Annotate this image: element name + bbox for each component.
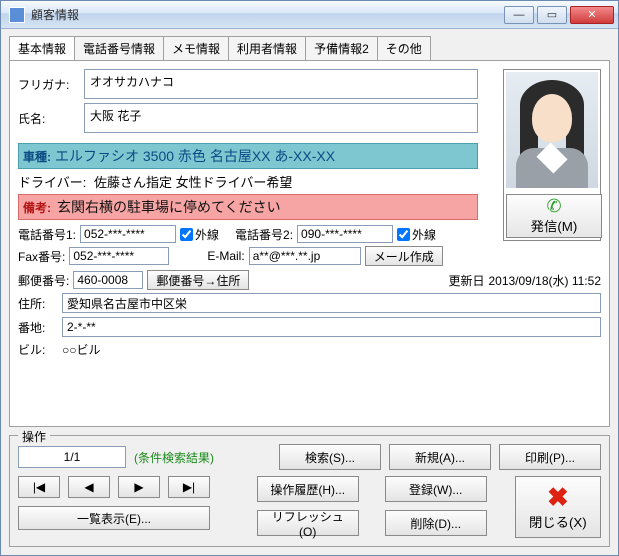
window-title: 顧客情報 xyxy=(31,6,504,23)
tel2-ext-label: 外線 xyxy=(412,226,436,243)
nav-first-button[interactable]: |◀ xyxy=(18,476,60,498)
tel1-ext-check[interactable] xyxy=(180,228,193,241)
tabstrip: 基本情報 電話番号情報 メモ情報 利用者情報 予備情報2 その他 xyxy=(9,35,610,60)
nav-prev-button[interactable]: ◀ xyxy=(68,476,110,498)
ops-legend: 操作 xyxy=(18,428,50,445)
furigana-label: フリガナ: xyxy=(18,76,80,93)
note-row: 備考: 玄関右横の駐車場に停めてください xyxy=(18,194,478,220)
tab-other[interactable]: その他 xyxy=(377,36,431,61)
address-input[interactable] xyxy=(62,293,601,313)
compose-mail-button[interactable]: メール作成 xyxy=(365,246,443,266)
listview-button[interactable]: 一覧表示(E)... xyxy=(18,506,210,530)
avatar-image xyxy=(506,72,598,188)
postal-to-address-button[interactable]: 郵便番号→住所 xyxy=(147,270,249,290)
car-label: 車種: xyxy=(23,148,51,165)
tel2-ext-check[interactable] xyxy=(397,228,410,241)
tab-basic[interactable]: 基本情報 xyxy=(9,36,75,61)
phone-icon: ✆ xyxy=(546,197,561,215)
postal-label: 郵便番号: xyxy=(18,272,69,289)
driver-label: ドライバー: xyxy=(18,175,86,190)
updated-label: 更新日 xyxy=(448,272,484,289)
delete-button[interactable]: 削除(D)... xyxy=(385,510,487,536)
tab-reserve2[interactable]: 予備情報2 xyxy=(305,36,378,61)
tab-memo[interactable]: メモ情報 xyxy=(163,36,229,61)
email-input[interactable]: a**@***.**.jp xyxy=(249,247,361,265)
history-button[interactable]: 操作履歴(H)... xyxy=(257,476,359,502)
minimize-button[interactable]: — xyxy=(504,6,534,24)
tab-phone[interactable]: 電話番号情報 xyxy=(74,36,164,61)
titlebar: 顧客情報 — ▭ ✕ xyxy=(1,1,618,29)
building-label: ビル: xyxy=(18,341,58,358)
email-label: E-Mail: xyxy=(207,249,244,263)
refresh-button[interactable]: リフレッシュ(O) xyxy=(257,510,359,536)
tab-user[interactable]: 利用者情報 xyxy=(228,36,306,61)
call-label: 発信(M) xyxy=(531,216,578,235)
close-icon: ✖ xyxy=(547,484,569,510)
car-value: エルファシオ 3500 赤色 名古屋XX あ-XX-XX xyxy=(55,146,335,166)
tel2-label: 電話番号2: xyxy=(235,226,293,243)
tel1-input[interactable]: 052-***-**** xyxy=(80,225,176,243)
fax-label: Fax番号: xyxy=(18,248,65,265)
condition-label: (条件検索結果) xyxy=(134,449,214,466)
banchi-input[interactable] xyxy=(62,317,601,337)
app-icon xyxy=(9,7,25,23)
banchi-label: 番地: xyxy=(18,319,58,336)
call-button[interactable]: ✆ 発信(M) xyxy=(506,194,602,238)
furigana-input[interactable]: オオサカハナコ xyxy=(84,69,478,99)
fax-input[interactable]: 052-***-**** xyxy=(69,247,169,265)
close-label: 閉じる(X) xyxy=(529,512,587,531)
record-counter: 1/1 xyxy=(18,446,126,468)
address-label: 住所: xyxy=(18,295,58,312)
ops-group: 操作 1/1 (条件検索結果) 検索(S)... 新規(A)... 印刷(P).… xyxy=(9,435,610,547)
register-button[interactable]: 登録(W)... xyxy=(385,476,487,502)
print-button[interactable]: 印刷(P)... xyxy=(499,444,601,470)
tel1-ext-label: 外線 xyxy=(195,226,219,243)
new-button[interactable]: 新規(A)... xyxy=(389,444,491,470)
close-window-button[interactable]: ✕ xyxy=(570,6,614,24)
nav-next-button[interactable]: ▶ xyxy=(118,476,160,498)
name-input[interactable]: 大阪 花子 xyxy=(84,103,478,133)
nav-last-button[interactable]: ▶| xyxy=(168,476,210,498)
search-button[interactable]: 検索(S)... xyxy=(279,444,381,470)
tel1-label: 電話番号1: xyxy=(18,226,76,243)
building-value: ○○ビル xyxy=(62,341,101,358)
driver-value: 佐藤さん指定 女性ドライバー希望 xyxy=(94,175,292,190)
updated-value: 2013/09/18(水) 11:52 xyxy=(488,272,601,289)
maximize-button[interactable]: ▭ xyxy=(537,6,567,24)
name-label: 氏名: xyxy=(18,110,80,127)
basic-panel: フリガナ: オオサカハナコ 氏名: 大阪 花子 車種: エルファシオ 3500 … xyxy=(9,60,610,427)
avatar-box: ✆ 発信(M) xyxy=(503,69,601,241)
close-button[interactable]: ✖ 閉じる(X) xyxy=(515,476,601,538)
tel2-input[interactable]: 090-***-**** xyxy=(297,225,393,243)
postal-input[interactable]: 460-0008 xyxy=(73,271,143,289)
note-value: 玄関右横の駐車場に停めてください xyxy=(57,197,281,217)
note-label: 備考: xyxy=(23,199,51,216)
car-row: 車種: エルファシオ 3500 赤色 名古屋XX あ-XX-XX xyxy=(18,143,478,169)
